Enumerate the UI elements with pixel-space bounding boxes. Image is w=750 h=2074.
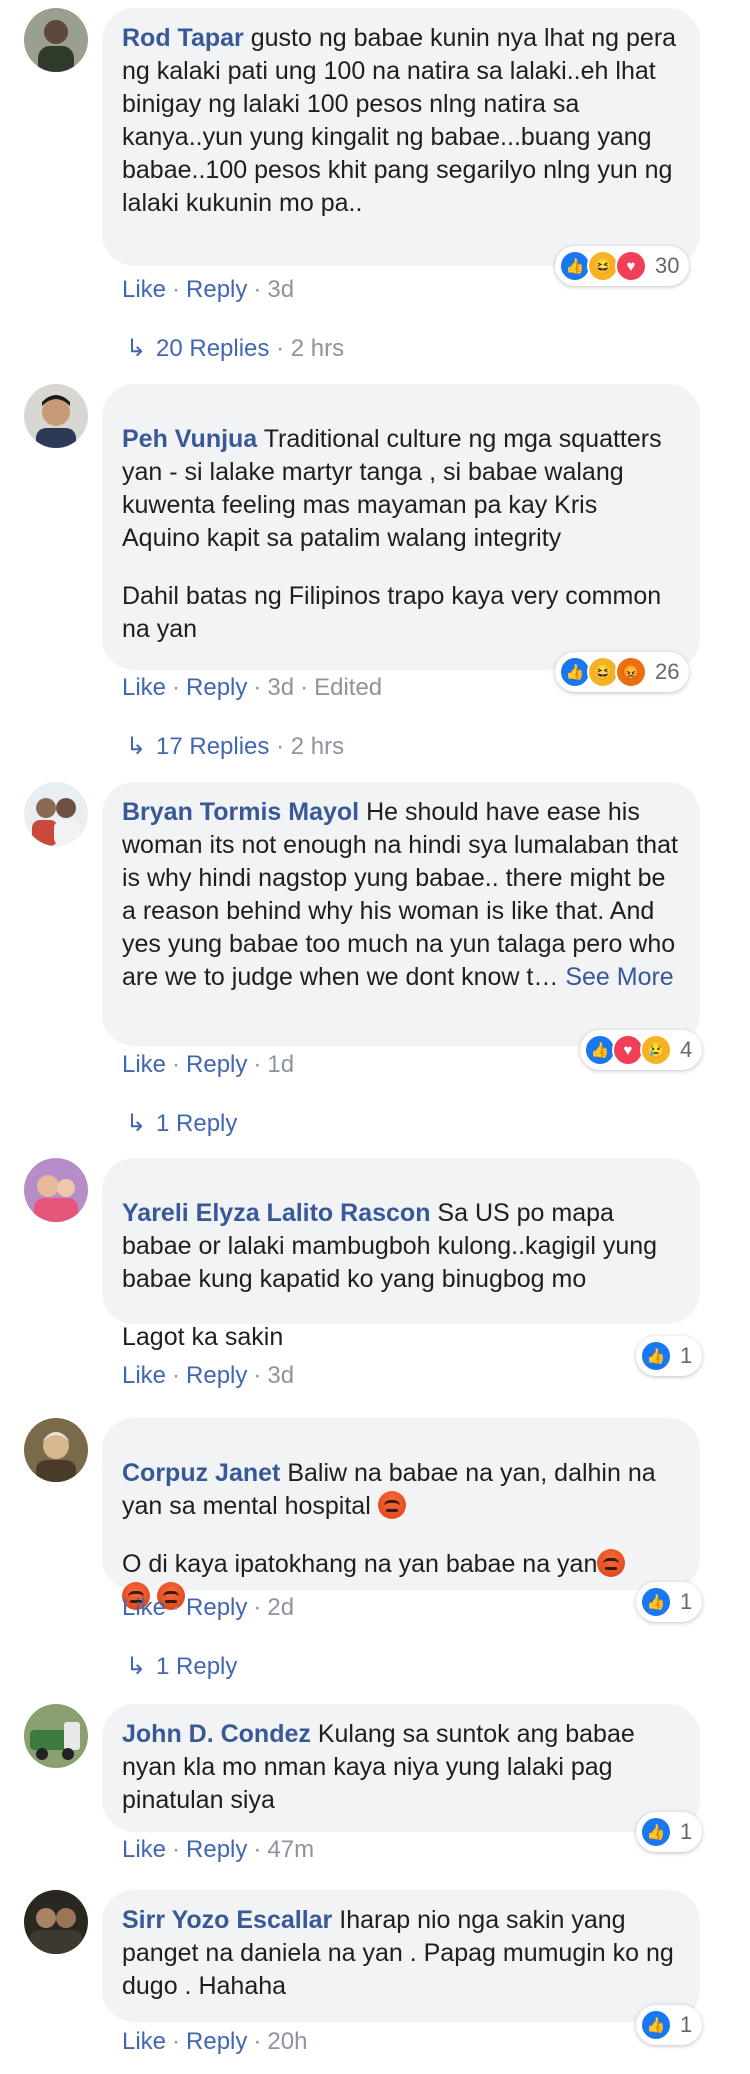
angry-emoji-icon	[597, 1549, 626, 1577]
love-icon: ♥	[615, 250, 647, 282]
reply-link[interactable]: Reply	[186, 1051, 247, 1078]
like-icon: 👍	[640, 1816, 672, 1848]
like-link[interactable]: Like	[122, 1362, 166, 1389]
reaction-count: 1	[680, 1343, 693, 1368]
reply-link[interactable]: Reply	[186, 1836, 247, 1863]
comment-time[interactable]: 20h	[267, 2028, 307, 2055]
comment-actions: Like · Reply · 1d	[122, 1051, 295, 1078]
comment-bubble: Peh Vunjua Traditional culture ng mga sq…	[102, 384, 700, 670]
like-link[interactable]: Like	[122, 1836, 166, 1863]
reply-link[interactable]: Reply	[186, 1594, 247, 1621]
comment-bubble: Corpuz Janet Baliw na babae na yan, dalh…	[102, 1418, 700, 1610]
replies-time: 2 hrs	[290, 733, 345, 760]
replies-count[interactable]: 1 Reply	[156, 1653, 237, 1680]
replies-count[interactable]: 1 Reply	[156, 1110, 237, 1137]
sad-icon: 😢	[640, 1034, 672, 1066]
comment-time[interactable]: 1d	[267, 1051, 294, 1078]
reaction-summary[interactable]: 👍 😆 ♥ 30	[555, 246, 690, 286]
like-link[interactable]: Like	[122, 1051, 166, 1078]
like-link[interactable]: Like	[122, 674, 166, 701]
angry-emoji-icon	[377, 1491, 406, 1519]
avatar[interactable]	[24, 1890, 88, 1954]
avatar[interactable]	[24, 8, 88, 72]
comment-time[interactable]: 2d	[267, 1594, 294, 1621]
comment-actions: Like · Reply · 2d	[122, 1594, 295, 1621]
reaction-summary[interactable]: 👍 1	[636, 2005, 703, 2045]
avatar[interactable]	[24, 384, 88, 448]
like-icon: 👍	[640, 1340, 672, 1372]
comment-author[interactable]: Yareli Elyza Lalito Rascon	[122, 1199, 430, 1227]
comment-author[interactable]: Corpuz Janet	[122, 1459, 280, 1487]
view-replies[interactable]: ↳ 17 Replies · 2 hrs	[126, 732, 344, 761]
comment-author[interactable]: Sirr Yozo Escallar	[122, 1906, 332, 1934]
comment-time[interactable]: 3d	[267, 1362, 294, 1389]
comment-bubble: Yareli Elyza Lalito Rascon Sa US po mapa…	[102, 1158, 700, 1351]
comment-bubble: John D. Condez Kulang sa suntok ang baba…	[102, 1704, 700, 1832]
like-link[interactable]: Like	[122, 276, 166, 303]
reaction-count: 4	[680, 1037, 693, 1062]
comment-time[interactable]: 3d	[267, 674, 294, 701]
reply-arrow-icon: ↳	[126, 1653, 147, 1680]
replies-count[interactable]: 20 Replies	[156, 335, 269, 362]
comment-text-2: Lagot ka sakin	[122, 1323, 284, 1351]
reply-arrow-icon: ↳	[126, 1110, 147, 1137]
reaction-count: 1	[680, 1819, 693, 1844]
angry-icon: 😡	[615, 656, 647, 688]
view-replies[interactable]: ↳ 1 Reply	[126, 1652, 237, 1681]
like-icon: 👍	[640, 1586, 672, 1618]
reply-link[interactable]: Reply	[186, 2028, 247, 2055]
reaction-count: 26	[655, 659, 680, 684]
comment-text-2: O di kaya ipatokhang na yan babae na yan	[122, 1550, 598, 1578]
like-link[interactable]: Like	[122, 2028, 166, 2055]
reply-link[interactable]: Reply	[186, 276, 247, 303]
reaction-summary[interactable]: 👍 1	[636, 1582, 703, 1622]
comment-bubble: Bryan Tormis Mayol He should have ease h…	[102, 782, 700, 1046]
comment-actions: Like · Reply · 3d	[122, 1362, 295, 1389]
comment-actions: Like · Reply · 20h	[122, 2028, 308, 2055]
like-link[interactable]: Like	[122, 1594, 166, 1621]
avatar[interactable]	[24, 1704, 88, 1768]
edited-label[interactable]: Edited	[314, 674, 382, 701]
avatar[interactable]	[24, 1158, 88, 1222]
comment-actions: Like · Reply · 3d · Edited	[122, 674, 383, 701]
comment-bubble: Rod Tapar gusto ng babae kunin nya lhat …	[102, 8, 700, 266]
reply-arrow-icon: ↳	[126, 335, 147, 362]
comment-author[interactable]: Bryan Tormis Mayol	[122, 798, 359, 826]
avatar[interactable]	[24, 1418, 88, 1482]
comment-text: gusto ng babae kunin nya lhat ng pera ng…	[122, 24, 677, 217]
reaction-count: 1	[680, 2012, 693, 2037]
reaction-summary[interactable]: 👍 1	[636, 1336, 703, 1376]
reaction-summary[interactable]: 👍 😆 😡 26	[555, 652, 690, 692]
comment-author[interactable]: Peh Vunjua	[122, 425, 257, 453]
reply-link[interactable]: Reply	[186, 674, 247, 701]
comment-author[interactable]: John D. Condez	[122, 1720, 311, 1748]
see-more-link[interactable]: See More	[565, 963, 673, 991]
comment-time[interactable]: 47m	[267, 1836, 314, 1863]
comment-text-2: Dahil batas ng Filipinos trapo kaya very…	[122, 582, 662, 643]
replies-count[interactable]: 17 Replies	[156, 733, 269, 760]
comment-bubble: Sirr Yozo Escallar Iharap nio nga sakin …	[102, 1890, 700, 2022]
comment-actions: Like · Reply · 47m	[122, 1836, 315, 1863]
reaction-count: 1	[680, 1589, 693, 1614]
reply-link[interactable]: Reply	[186, 1362, 247, 1389]
view-replies[interactable]: ↳ 20 Replies · 2 hrs	[126, 334, 344, 363]
reaction-count: 30	[655, 253, 680, 278]
view-replies[interactable]: ↳ 1 Reply	[126, 1109, 237, 1138]
avatar[interactable]	[24, 782, 88, 846]
reply-arrow-icon: ↳	[126, 733, 147, 760]
comment-time[interactable]: 3d	[267, 276, 294, 303]
comment-actions: Like · Reply · 3d	[122, 276, 295, 303]
replies-time: 2 hrs	[290, 335, 345, 362]
reaction-summary[interactable]: 👍 1	[636, 1812, 703, 1852]
comment-author[interactable]: Rod Tapar	[122, 24, 244, 52]
like-icon: 👍	[640, 2009, 672, 2041]
reaction-summary[interactable]: 👍 ♥ 😢 4	[580, 1030, 703, 1070]
